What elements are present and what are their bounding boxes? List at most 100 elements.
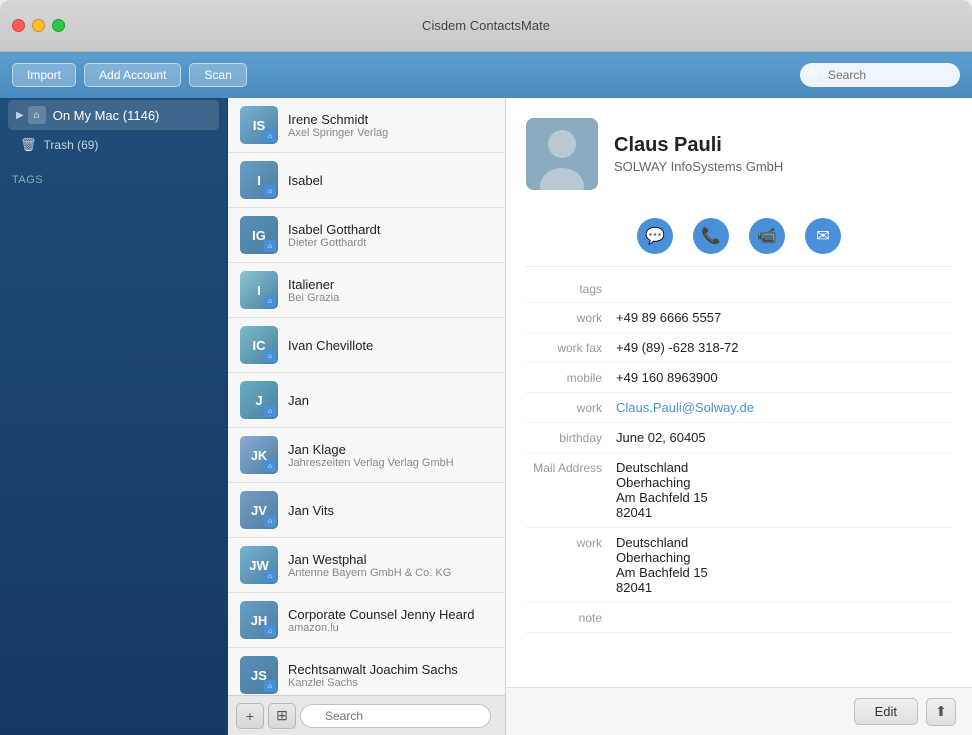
avatar: JH ⌂	[240, 601, 278, 639]
scan-button[interactable]: Scan	[189, 63, 246, 87]
list-item[interactable]: JK ⌂ Jan Klage Jahreszeiten Verlag Verla…	[228, 428, 505, 483]
contact-list-scroll[interactable]: IS ⌂ Irene Schmidt Axel Springer Verlag …	[228, 98, 505, 695]
toolbar-search-wrap: 🔍	[800, 63, 960, 87]
share-button[interactable]: ⬆	[926, 698, 956, 726]
sort-button[interactable]: ⊞	[268, 703, 296, 729]
list-item[interactable]: I ⌂ Italiener Bei Grazia	[228, 263, 505, 318]
avatar: I ⌂	[240, 161, 278, 199]
field-value: DeutschlandOberhachingAm Bachfeld 158204…	[616, 535, 952, 595]
sidebar-item-trash[interactable]: 🗑 Trash (69)	[0, 132, 227, 158]
contact-name: Jan Klage	[288, 442, 493, 457]
toolbar-search-input[interactable]	[800, 63, 960, 87]
list-item[interactable]: J ⌂ Jan	[228, 373, 505, 428]
detail-row: work DeutschlandOberhachingAm Bachfeld 1…	[526, 528, 952, 603]
trash-icon: 🗑	[20, 137, 37, 153]
list-item[interactable]: JH ⌂ Corporate Counsel Jenny Heard amazo…	[228, 593, 505, 648]
app-title: Cisdem ContactsMate	[422, 18, 550, 33]
list-item[interactable]: IC ⌂ Ivan Chevillote	[228, 318, 505, 373]
minimize-button[interactable]	[32, 19, 45, 32]
trash-label: Trash (69)	[44, 138, 99, 152]
field-value: June 02, 60405	[616, 430, 952, 445]
video-button[interactable]: 📹	[749, 218, 785, 254]
contact-name: Jan Vits	[288, 503, 493, 518]
mac-badge: ⌂	[264, 240, 276, 252]
email-button[interactable]: ✉	[805, 218, 841, 254]
message-button[interactable]: 💬	[637, 218, 673, 254]
mac-badge: ⌂	[264, 570, 276, 582]
list-item[interactable]: IG ⌂ Isabel Gotthardt Dieter Gotthardt	[228, 208, 505, 263]
field-label: work	[526, 310, 616, 325]
field-label: birthday	[526, 430, 616, 445]
field-value: +49 160 8963900	[616, 370, 952, 385]
list-item[interactable]: JW ⌂ Jan Westphal Antenne Bayern GmbH & …	[228, 538, 505, 593]
detail-fields: work +49 89 6666 5557 work fax +49 (89) …	[526, 303, 952, 633]
detail-panel: Claus Pauli SOLWAY InfoSystems GmbH 💬 📞 …	[506, 98, 972, 735]
list-item[interactable]: JV ⌂ Jan Vits	[228, 483, 505, 538]
mac-badge: ⌂	[264, 350, 276, 362]
detail-row: birthday June 02, 60405	[526, 423, 952, 453]
list-item[interactable]: IS ⌂ Irene Schmidt Axel Springer Verlag	[228, 98, 505, 153]
contact-list: IS ⌂ Irene Schmidt Axel Springer Verlag …	[228, 98, 506, 735]
detail-footer: Edit ⬆	[506, 687, 972, 735]
contact-list-footer: + ⊞ 🔍	[228, 695, 505, 735]
contact-name: Jan	[288, 393, 493, 408]
contact-subtitle: Jahreszeiten Verlag Verlag GmbH	[288, 457, 493, 469]
detail-row: Mail Address DeutschlandOberhachingAm Ba…	[526, 453, 952, 528]
detail-company: SOLWAY InfoSystems GmbH	[614, 159, 783, 174]
contact-name: Ivan Chevillote	[288, 338, 493, 353]
main-layout: ▶ ⌂ On My Mac (1146) 🗑 Trash (69) Tags I…	[0, 98, 972, 735]
contact-subtitle: Kanzlei Sachs	[288, 677, 493, 689]
field-value: DeutschlandOberhachingAm Bachfeld 158204…	[616, 460, 952, 520]
avatar: IG ⌂	[240, 216, 278, 254]
avatar: JV ⌂	[240, 491, 278, 529]
on-my-mac-label: On My Mac (1146)	[53, 108, 160, 123]
avatar: IC ⌂	[240, 326, 278, 364]
contact-name: Rechtsanwalt Joachim Sachs	[288, 662, 493, 677]
mac-badge: ⌂	[264, 405, 276, 417]
field-label: work	[526, 535, 616, 550]
mac-badge: ⌂	[264, 680, 276, 692]
contact-subtitle: Antenne Bayern GmbH & Co. KG	[288, 567, 493, 579]
list-search-input[interactable]	[300, 704, 491, 728]
toolbar: Import Add Account Scan 🔍	[0, 52, 972, 98]
arrow-icon: ▶	[16, 110, 24, 121]
add-account-button[interactable]: Add Account	[84, 63, 181, 87]
mac-icon: ⌂	[28, 106, 46, 124]
list-item[interactable]: JS ⌂ Rechtsanwalt Joachim Sachs Kanzlei …	[228, 648, 505, 695]
field-value: +49 (89) -628 318-72	[616, 340, 952, 355]
close-button[interactable]	[12, 19, 25, 32]
tags-label: tags	[526, 281, 616, 296]
mac-badge: ⌂	[264, 185, 276, 197]
contact-name: Corporate Counsel Jenny Heard	[288, 607, 493, 622]
add-contact-button[interactable]: +	[236, 703, 264, 729]
avatar: IS ⌂	[240, 106, 278, 144]
field-value: Claus.Pauli@Solway.de	[616, 400, 952, 415]
field-label: note	[526, 610, 616, 625]
detail-scroll[interactable]: Claus Pauli SOLWAY InfoSystems GmbH 💬 📞 …	[506, 98, 972, 687]
contact-subtitle: amazon.lu	[288, 622, 493, 634]
detail-actions: 💬 📞 📹 ✉	[526, 206, 952, 267]
import-button[interactable]: Import	[12, 63, 76, 87]
phone-button[interactable]: 📞	[693, 218, 729, 254]
contact-name: Isabel Gotthardt	[288, 222, 493, 237]
field-label: work	[526, 400, 616, 415]
mac-badge: ⌂	[264, 625, 276, 637]
contact-subtitle: Dieter Gotthardt	[288, 237, 493, 249]
list-item[interactable]: I ⌂ Isabel	[228, 153, 505, 208]
contact-name: Jan Westphal	[288, 552, 493, 567]
field-label: mobile	[526, 370, 616, 385]
detail-row: mobile +49 160 8963900	[526, 363, 952, 393]
contact-name: Italiener	[288, 277, 493, 292]
sidebar-item-on-my-mac[interactable]: ▶ ⌂ On My Mac (1146)	[8, 100, 219, 130]
edit-button[interactable]: Edit	[854, 698, 918, 725]
sidebar: ▶ ⌂ On My Mac (1146) 🗑 Trash (69) Tags	[0, 98, 228, 735]
maximize-button[interactable]	[52, 19, 65, 32]
detail-contact-info: Claus Pauli SOLWAY InfoSystems GmbH	[614, 134, 783, 174]
field-label: work fax	[526, 340, 616, 355]
detail-row: work fax +49 (89) -628 318-72	[526, 333, 952, 363]
detail-row: work +49 89 6666 5557	[526, 303, 952, 333]
contact-subtitle: Bei Grazia	[288, 292, 493, 304]
avatar: JS ⌂	[240, 656, 278, 694]
mac-badge: ⌂	[264, 460, 276, 472]
avatar: JW ⌂	[240, 546, 278, 584]
